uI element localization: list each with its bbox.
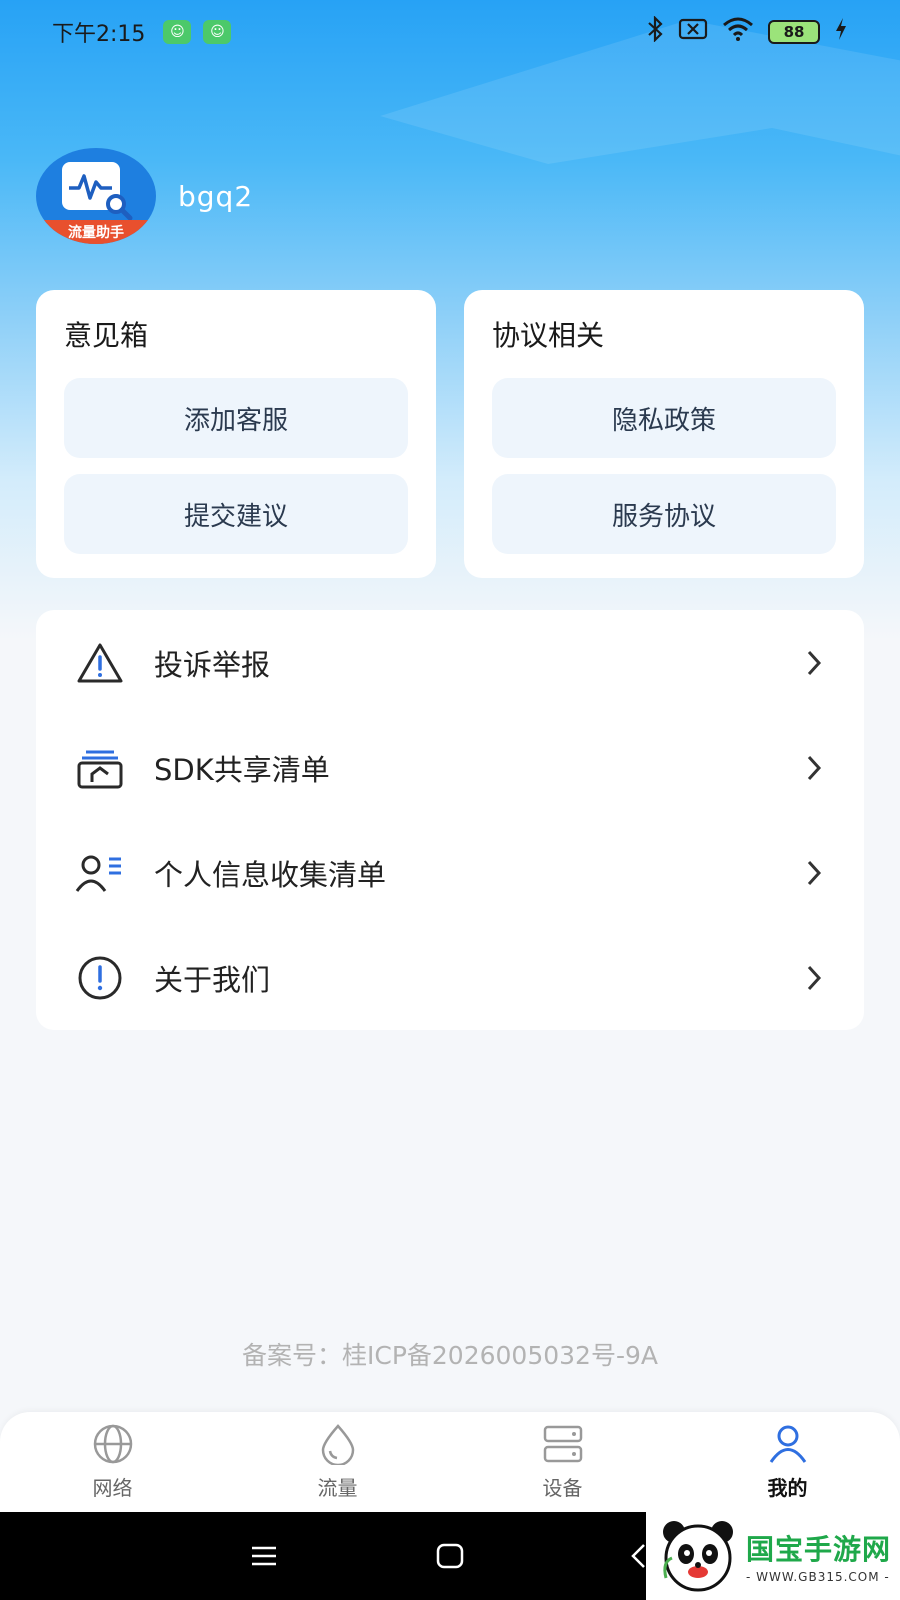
tab-device[interactable]: 设备: [450, 1412, 675, 1512]
magnifier-icon: [106, 194, 133, 221]
watermark-url: - WWW.GB315.COM -: [746, 1570, 890, 1584]
privacy-policy-button[interactable]: 隐私政策: [492, 378, 836, 458]
menu-item-personal-info-list[interactable]: 个人信息收集清单: [36, 820, 864, 925]
tab-network[interactable]: 网络: [0, 1412, 225, 1512]
tab-label: 设备: [542, 1476, 583, 1500]
tab-label: 我的: [767, 1476, 808, 1500]
service-agreement-button[interactable]: 服务协议: [492, 474, 836, 554]
agreement-card: 协议相关 隐私政策 服务协议: [464, 290, 864, 578]
watermark-title: 国宝手游网: [746, 1533, 892, 1566]
user-list-icon: [74, 847, 126, 899]
status-time: 下午2:15: [52, 22, 146, 47]
tab-traffic[interactable]: 流量: [225, 1412, 450, 1512]
battery-indicator: 88: [768, 20, 820, 44]
menu-item-complaint[interactable]: 投诉举报: [36, 610, 864, 715]
menu-item-about-us[interactable]: 关于我们: [36, 925, 864, 1030]
submit-suggestion-button[interactable]: 提交建议: [64, 474, 408, 554]
icp-registration: 备案号：桂ICP备2026005032号-9A: [242, 1341, 658, 1370]
feedback-card: 意见箱 添加客服 提交建议: [36, 290, 436, 578]
chevron-right-icon: [800, 859, 828, 887]
feedback-card-title: 意见箱: [64, 319, 149, 352]
server-icon: [541, 1422, 585, 1466]
share-list-icon: [74, 742, 126, 794]
bluetooth-icon: [646, 15, 664, 48]
wifi-icon: [722, 17, 754, 47]
menu-item-label: SDK共享清单: [154, 752, 330, 787]
notification-app-icon: ☺: [203, 20, 232, 44]
tab-label: 网络: [92, 1476, 133, 1500]
sim-off-icon: [678, 18, 708, 46]
notification-app-icon: ☺: [163, 20, 192, 44]
watermark-logo: 国宝手游网 - WWW.GB315.COM -: [646, 1512, 900, 1600]
avatar-caption: 流量助手: [36, 220, 156, 244]
avatar[interactable]: 流量助手: [36, 148, 156, 244]
drop-icon: [316, 1422, 360, 1466]
menu-item-label: 关于我们: [154, 962, 271, 997]
warning-icon: [74, 637, 126, 689]
menu-item-label: 投诉举报: [154, 647, 271, 682]
menu-item-label: 个人信息收集清单: [154, 857, 387, 892]
panda-icon: [660, 1518, 736, 1594]
add-support-button[interactable]: 添加客服: [64, 378, 408, 458]
agreement-card-title: 协议相关: [492, 319, 605, 352]
home-icon[interactable]: [432, 1538, 468, 1574]
menu-item-sdk-list[interactable]: SDK共享清单: [36, 715, 864, 820]
bottom-tab-bar: 网络 流量 设备 我的: [0, 1412, 900, 1512]
tab-mine[interactable]: 我的: [675, 1412, 900, 1512]
user-icon: [766, 1422, 810, 1466]
chevron-right-icon: [800, 754, 828, 782]
info-icon: [74, 952, 126, 1004]
globe-icon: [91, 1422, 135, 1466]
status-bar: 下午2:15 ☺ ☺ 88: [0, 0, 900, 64]
chevron-right-icon: [800, 964, 828, 992]
settings-menu: 投诉举报 SDK共享清单 个人信息收集清单 关于我们: [36, 610, 864, 1030]
tab-label: 流量: [317, 1476, 358, 1500]
charging-icon: [834, 17, 848, 47]
profile-section: 流量助手 bgq2: [36, 148, 253, 244]
menu-icon[interactable]: [246, 1538, 282, 1574]
username: bgq2: [178, 179, 254, 213]
chevron-right-icon: [800, 649, 828, 677]
